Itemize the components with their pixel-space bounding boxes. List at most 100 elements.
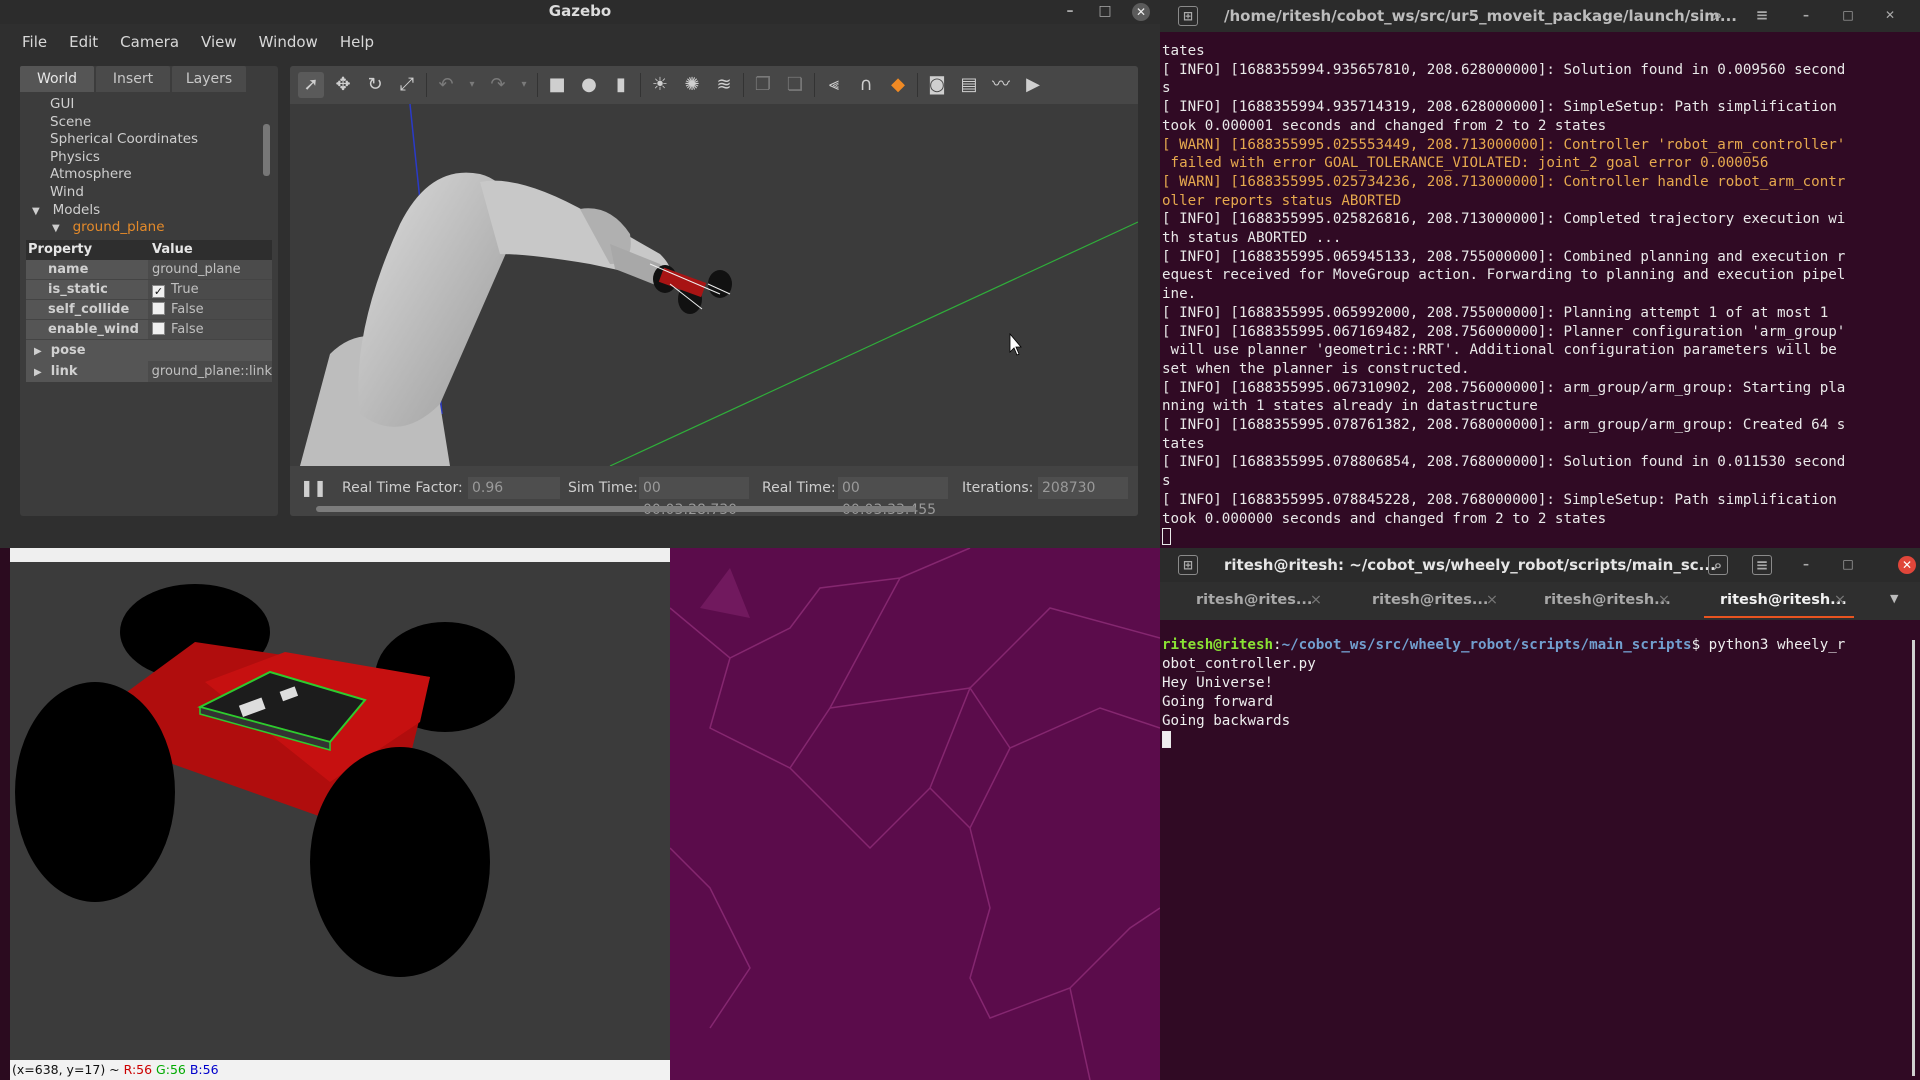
terminal-tab-1[interactable]: ritesh@rites... × [1170,582,1340,620]
tree-item-gui[interactable]: GUI [20,96,270,114]
new-tab-icon[interactable]: ⊞ [1178,555,1198,575]
video-record-icon[interactable]: ▶ [1020,72,1046,98]
menu-view[interactable]: View [201,28,237,56]
screenshot-icon[interactable]: ◙ [924,72,950,98]
redo-icon[interactable]: ↷ [485,72,511,98]
tab-close-icon[interactable]: × [1658,582,1670,618]
tabs-dropdown-icon[interactable]: ▼ [1890,592,1898,605]
log-icon[interactable]: ▤ [956,72,982,98]
scene-canvas[interactable] [290,103,1138,467]
menu-icon[interactable]: ≡ [1752,555,1772,575]
undo-icon[interactable]: ↶ [433,72,459,98]
tab-close-icon[interactable]: × [1486,582,1498,618]
property-value-cell: False [148,300,272,319]
translate-tool-icon[interactable]: ✥ [330,72,356,98]
close-icon[interactable]: ✕ [1880,6,1900,26]
tree-item-scene[interactable]: Scene [20,114,270,132]
search-icon[interactable]: ⌕ [1708,6,1728,26]
enable-wind-checkbox[interactable] [152,322,165,335]
menu-edit[interactable]: Edit [69,28,98,56]
terminal-tab-4[interactable]: ritesh@ritesh... × [1694,582,1864,620]
search-icon[interactable]: ⌕ [1708,555,1728,575]
terminal-log[interactable]: tates [ INFO] [1688355994.935657810, 208.… [1162,42,1912,548]
terminal-cursor [1162,731,1171,748]
spot-light-icon[interactable]: ✺ [679,72,705,98]
view-angle-icon[interactable]: ◆ [885,72,911,98]
toolbar-separator [537,73,538,97]
tab-insert[interactable]: Insert [96,66,170,92]
minimize-icon[interactable]: – [1796,6,1816,26]
menu-window[interactable]: Window [259,28,318,56]
pause-icon[interactable]: ❚❚ [300,478,327,497]
tree-item-physics[interactable]: Physics [20,149,270,167]
expand-arrow-icon[interactable]: ▼ [52,223,60,234]
robot-arm[interactable] [300,172,732,466]
minimize-icon[interactable]: – [1060,2,1080,20]
log-line: [ INFO] [1688355995.067310902, 208.75600… [1162,379,1846,396]
self-collide-checkbox[interactable] [152,302,165,315]
redo-menu-icon[interactable]: ▾ [517,72,531,98]
tree-item-spherical-coordinates[interactable]: Spherical Coordinates [20,131,270,149]
is-static-checkbox[interactable]: ✓ [152,285,165,298]
new-tab-icon[interactable]: ⊞ [1178,6,1198,26]
tree-item-models[interactable]: ▼ Models [20,202,270,220]
gazebo-titlebar[interactable]: Gazebo – □ ✕ [0,0,1160,24]
scene-hscrollbar[interactable] [316,506,916,512]
terminal-tabs: ritesh@rites... × ritesh@rites... × ritesh… [1160,582,1920,620]
sphere-shape-icon[interactable]: ● [576,72,602,98]
menu-help[interactable]: Help [340,28,374,56]
close-icon[interactable]: ✕ [1132,3,1150,21]
maximize-icon[interactable]: □ [1095,2,1115,20]
panel-tabs: World Insert Layers [20,66,278,94]
menu-icon[interactable]: ≡ [1752,6,1772,26]
directional-light-icon[interactable]: ≋ [711,72,737,98]
log-line: [ INFO] [1688355995.078761382, 208.76800… [1162,417,1846,434]
close-icon[interactable]: ✕ [1898,556,1916,574]
undo-menu-icon[interactable]: ▾ [465,72,479,98]
terminal-tab-2[interactable]: ritesh@rites... × [1346,582,1516,620]
property-value[interactable]: ground_plane [148,260,272,279]
terminal-output[interactable]: ritesh@ritesh:~/cobot_ws/src/wheely_robo… [1162,636,1912,751]
tree-item-ground-plane[interactable]: ▼ ground_plane [20,219,270,237]
log-line: failed with error GOAL_TOLERANCE_VIOLATE… [1162,155,1769,172]
cylinder-shape-icon[interactable]: ▮ [608,72,634,98]
tab-close-icon[interactable]: × [1834,582,1846,618]
tab-close-icon[interactable]: × [1310,582,1322,618]
minimize-icon[interactable]: – [1796,555,1816,575]
paste-icon[interactable]: ❏ [782,72,808,98]
tab-layers[interactable]: Layers [172,66,246,92]
expand-arrow-icon[interactable]: ▶ [34,346,42,357]
toolbar-separator [640,73,641,97]
scale-tool-icon[interactable]: ⤢ [394,72,420,98]
plot-icon[interactable]: 〰 [988,72,1014,98]
tab-label: ritesh@ritesh... [1720,592,1847,608]
camera-image[interactable] [10,562,670,1060]
box-shape-icon[interactable]: ■ [544,72,570,98]
terminal-titlebar[interactable]: ⊞ ritesh@ritesh: ~/cobot_ws/wheely_robot… [1160,548,1920,582]
maximize-icon[interactable]: □ [1838,6,1858,26]
log-line: s [1162,473,1171,490]
rotate-tool-icon[interactable]: ↻ [362,72,388,98]
align-icon[interactable]: ⫷ [821,72,847,98]
snap-icon[interactable]: ∩ [853,72,879,98]
property-row-link[interactable]: ▶ link ground_plane::link [26,361,272,382]
link-cell: ▶ link [26,361,148,382]
point-light-icon[interactable]: ☀ [647,72,673,98]
tree-item-atmosphere[interactable]: Atmosphere [20,166,270,184]
tab-world[interactable]: World [20,66,94,92]
tree-item-wind[interactable]: Wind [20,184,270,202]
select-tool-icon[interactable]: ➚ [298,72,324,98]
terminal-tab-3[interactable]: ritesh@ritesh... × [1518,582,1688,620]
menu-camera[interactable]: Camera [120,28,179,56]
expand-arrow-icon[interactable]: ▼ [32,206,40,217]
menu-file[interactable]: File [22,28,47,56]
property-row-pose[interactable]: ▶ pose [26,340,272,361]
log-line: ine. [1162,286,1197,303]
terminal-titlebar[interactable]: ⊞ /home/ritesh/cobot_ws/src/ur5_moveit_p… [1160,0,1920,32]
expand-arrow-icon[interactable]: ▶ [34,367,42,378]
maximize-icon[interactable]: □ [1838,555,1858,575]
command-line-1: $ python3 wheely_r [1691,637,1846,653]
tree-scrollbar[interactable] [263,124,270,176]
copy-icon[interactable]: ❐ [750,72,776,98]
terminal-scrollbar[interactable] [1912,640,1915,1076]
